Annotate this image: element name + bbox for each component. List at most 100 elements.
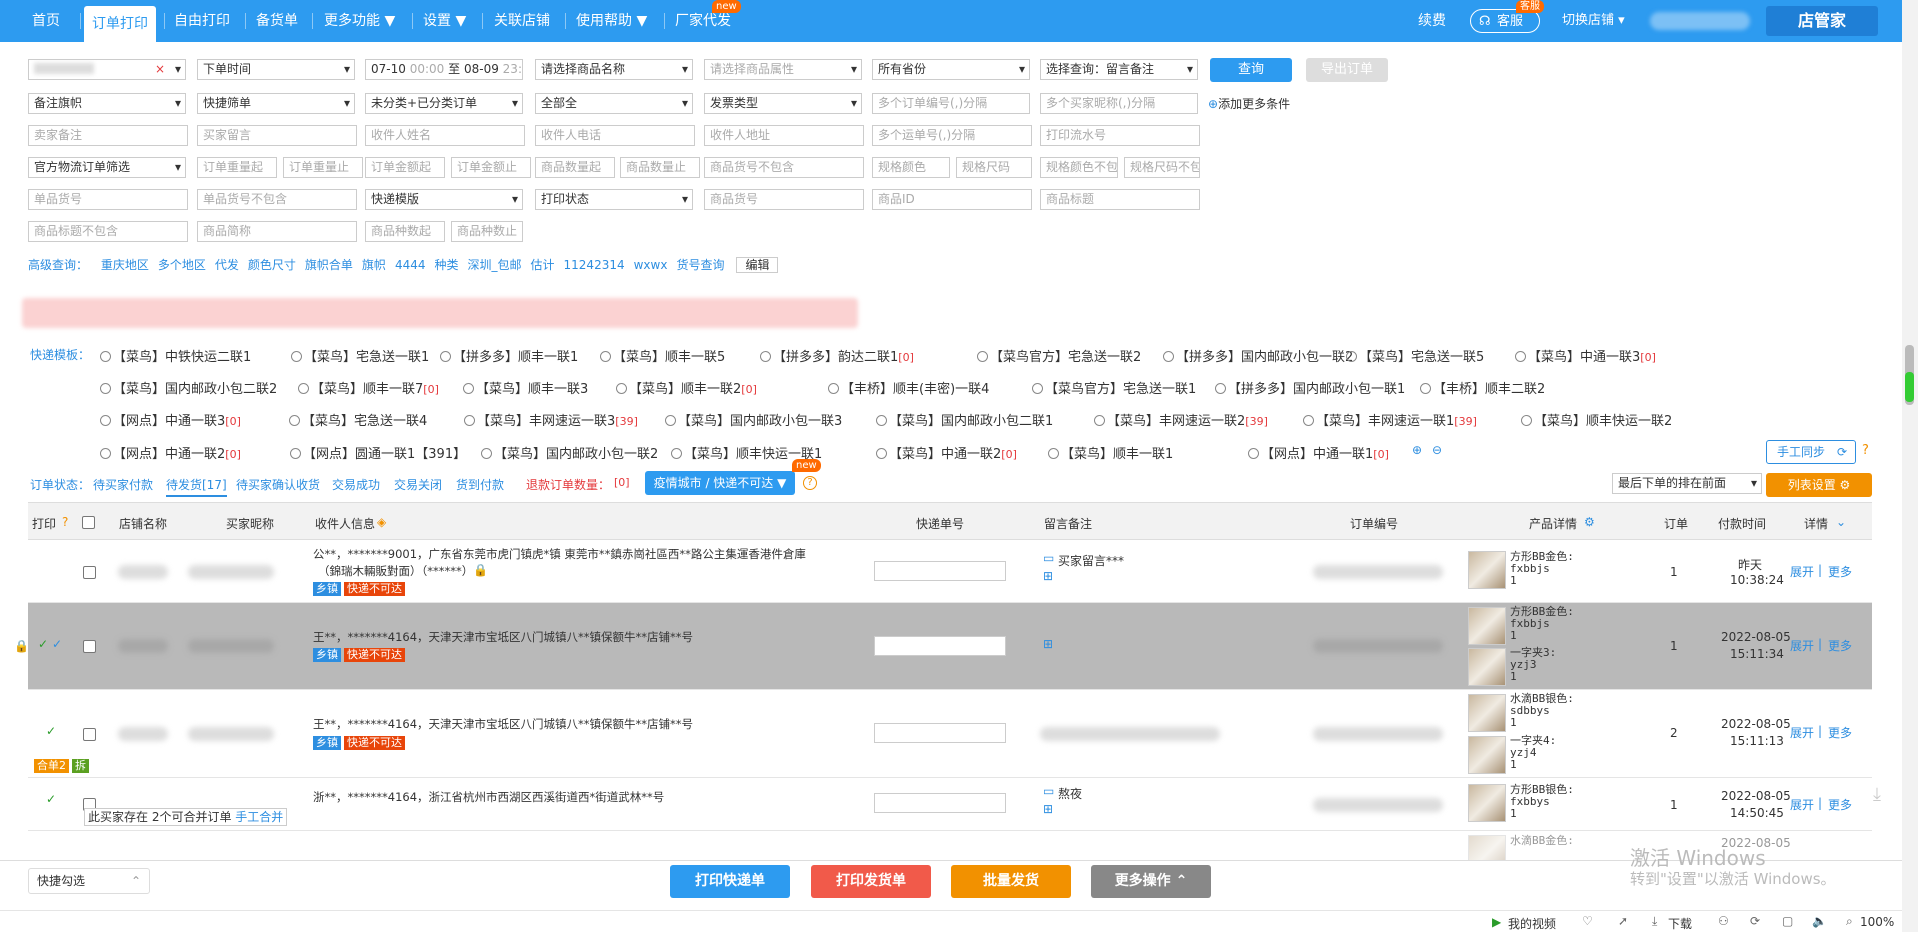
expand-link[interactable]: 展开 <box>1790 563 1814 580</box>
buyer-nicks-input[interactable]: 多个买家昵称(,)分隔 <box>1040 93 1198 114</box>
order-number[interactable] <box>1313 639 1443 653</box>
add-more-conditions[interactable]: ⊕添加更多条件 <box>1208 95 1290 112</box>
tab-await-confirm[interactable]: 待买家确认收货 <box>236 476 320 493</box>
product-sku-input[interactable]: 商品货号 <box>704 189 864 210</box>
remove-template-icon[interactable]: ⊖ <box>1432 443 1442 457</box>
template-select[interactable]: 快递模版 <box>365 189 523 210</box>
province-select[interactable]: 所有省份 <box>872 59 1030 80</box>
spec-color-not-input[interactable]: 规格颜色不包 <box>1040 157 1118 178</box>
expand-link[interactable]: 展开 <box>1790 796 1814 813</box>
print-express-button[interactable]: 打印快递单 <box>670 865 790 898</box>
flag-select[interactable]: 备注旗帜 <box>28 93 186 114</box>
query-type-select[interactable]: 选择查询：留言备注 <box>1040 59 1198 80</box>
template-radio[interactable]: 【菜鸟】顺丰一联7[0] <box>298 378 439 397</box>
notice-banner[interactable] <box>22 298 858 328</box>
query-button[interactable]: 查询 <box>1210 58 1292 82</box>
add-note-icon[interactable]: ⊞ <box>1043 569 1053 583</box>
template-radio[interactable]: 【菜鸟】丰网速运一联3[39] <box>464 410 638 429</box>
amount-from-input[interactable]: 订单金额起 <box>365 157 445 178</box>
tool-icon[interactable]: ⚇ <box>1718 914 1729 928</box>
more-link[interactable]: 更多 <box>1828 796 1852 813</box>
print-serial-input[interactable]: 打印流水号 <box>1040 125 1200 146</box>
amount-to-input[interactable]: 订单金额止 <box>451 157 531 178</box>
unit-sku-not-input[interactable]: 单品货号不包含 <box>197 189 357 210</box>
advanced-query-link[interactable]: 重庆地区 <box>101 258 149 272</box>
epidemic-city-button[interactable]: 疫情城市 / 快递不可达 ▼ <box>645 471 795 495</box>
expand-link[interactable]: 展开 <box>1790 637 1814 654</box>
waybill-input[interactable] <box>874 561 1006 581</box>
window-icon[interactable]: ▢ <box>1782 914 1793 928</box>
add-template-icon[interactable]: ⊕ <box>1412 443 1422 457</box>
template-radio[interactable]: 【菜鸟】宅急送一联4 <box>289 410 427 429</box>
template-radio[interactable]: 【菜鸟】宅急送一联1 <box>291 346 429 365</box>
waybill-nos-input[interactable]: 多个运单号(,)分隔 <box>872 125 1032 146</box>
expand-all-icon[interactable]: ⌄ <box>1836 515 1846 529</box>
more-ops-button[interactable]: 更多操作 ⌃ <box>1091 865 1211 898</box>
template-radio[interactable]: 【拼多多】国内邮政小包一联1 <box>1215 378 1405 397</box>
kinds-from-input[interactable]: 商品种数起 <box>365 221 445 242</box>
sku-not-input[interactable]: 商品货号不包含 <box>704 157 864 178</box>
account-name[interactable] <box>1650 12 1750 30</box>
waybill-input[interactable] <box>874 793 1006 813</box>
template-radio[interactable]: 【菜鸟】顺丰一联1 <box>1048 443 1173 462</box>
qty-from-input[interactable]: 商品数量起 <box>535 157 615 178</box>
add-note-icon[interactable]: ⊞ <box>1043 637 1053 651</box>
waybill-input[interactable] <box>874 723 1006 743</box>
product-title-input[interactable]: 商品标题 <box>1040 189 1200 210</box>
manual-sync-button[interactable]: 手工同步 ⟳ <box>1766 440 1856 464</box>
tab-completed[interactable]: 交易成功 <box>332 476 380 493</box>
download-icon[interactable]: ⤓ <box>1873 784 1881 805</box>
seller-note-input[interactable]: 卖家备注 <box>28 125 188 146</box>
advanced-query-link[interactable]: 代发 <box>215 258 239 272</box>
print-status-select[interactable]: 打印状态 <box>535 189 693 210</box>
all-select[interactable]: 全部全 <box>535 93 693 114</box>
print-invoice-button[interactable]: 打印发货单 <box>811 865 931 898</box>
nav-order-print[interactable]: 订单打印 <box>84 6 156 42</box>
buyer-nick[interactable] <box>188 639 274 653</box>
date-range-input[interactable]: 07-10 00:00 至 08-09 23:59 <box>365 59 523 80</box>
template-radio[interactable]: 【菜鸟】顺丰一联5 <box>600 346 725 365</box>
template-radio[interactable]: 【网点】中通一联1[0] <box>1248 443 1389 462</box>
unit-sku-input[interactable]: 单品货号 <box>28 189 188 210</box>
template-radio[interactable]: 【菜鸟】国内邮政小包二联2 <box>100 378 277 397</box>
quick-select-dropdown[interactable]: 快捷勾选 ⌃ <box>28 868 150 894</box>
buyer-nick[interactable] <box>188 727 274 741</box>
order-time-select[interactable]: 下单时间 <box>197 59 355 80</box>
order-number[interactable] <box>1313 798 1443 812</box>
product-image[interactable] <box>1468 551 1506 589</box>
official-logistics-select[interactable]: 官方物流订单筛选 <box>28 157 186 178</box>
template-radio[interactable]: 【丰桥】顺丰(丰密)一联4 <box>828 378 989 397</box>
recipient-phone-input[interactable]: 收件人电话 <box>535 125 695 146</box>
template-radio[interactable]: 【网点】圆通一联1【391】 <box>290 443 466 462</box>
row-checkbox[interactable] <box>83 566 96 579</box>
template-radio[interactable]: 【菜鸟】顺丰快运一联2 <box>1521 410 1672 429</box>
table-row[interactable]: ✓ 此买家存在 2个可合并订单 手工合并 浙**，*******4164，浙江省… <box>28 778 1881 831</box>
expand-link[interactable]: 展开 <box>1790 724 1814 741</box>
template-radio[interactable]: 【拼多多】顺丰一联1 <box>440 346 578 365</box>
nav-free-print[interactable]: 自由打印 <box>174 0 230 42</box>
refresh-icon[interactable]: ⟳ <box>1750 914 1760 928</box>
template-radio[interactable]: 【菜鸟】中通一联3[0] <box>1515 346 1656 365</box>
qty-to-input[interactable]: 商品数量止 <box>620 157 700 178</box>
advanced-query-link[interactable]: 颜色尺寸 <box>248 258 296 272</box>
more-link[interactable]: 更多 <box>1828 637 1852 654</box>
spec-size-not-input[interactable]: 规格尺码不包 <box>1124 157 1200 178</box>
recipient-name-input[interactable]: 收件人姓名 <box>365 125 525 146</box>
more-link[interactable]: 更多 <box>1828 563 1852 580</box>
advanced-query-link[interactable]: 估计 <box>531 258 555 272</box>
product-image[interactable] <box>1468 694 1506 732</box>
nav-home[interactable]: 首页 <box>32 0 60 42</box>
quick-filter-select[interactable]: 快捷筛单 <box>197 93 355 114</box>
weight-from-input[interactable]: 订单重量起 <box>197 157 277 178</box>
brand-button[interactable]: 店管家 <box>1766 6 1878 36</box>
nav-linked-shops[interactable]: 关联店铺 <box>494 0 550 42</box>
template-radio[interactable]: 【菜鸟】顺丰一联2[0] <box>616 378 757 397</box>
shop-select[interactable]: × <box>28 59 186 80</box>
batch-ship-button[interactable]: 批量发货 <box>951 865 1071 898</box>
advanced-query-link[interactable]: 货号查询 <box>676 258 724 272</box>
table-row[interactable]: ✓ 合单2 拆 王**，*******4164，天津天津市宝坻区八门城镇八**镇保… <box>28 690 1872 778</box>
zoom-level[interactable]: 100% <box>1860 915 1894 929</box>
advanced-query-link[interactable]: 种类 <box>434 258 458 272</box>
product-attr-select[interactable]: 请选择商品属性 <box>704 59 862 80</box>
row-checkbox[interactable] <box>83 728 96 741</box>
